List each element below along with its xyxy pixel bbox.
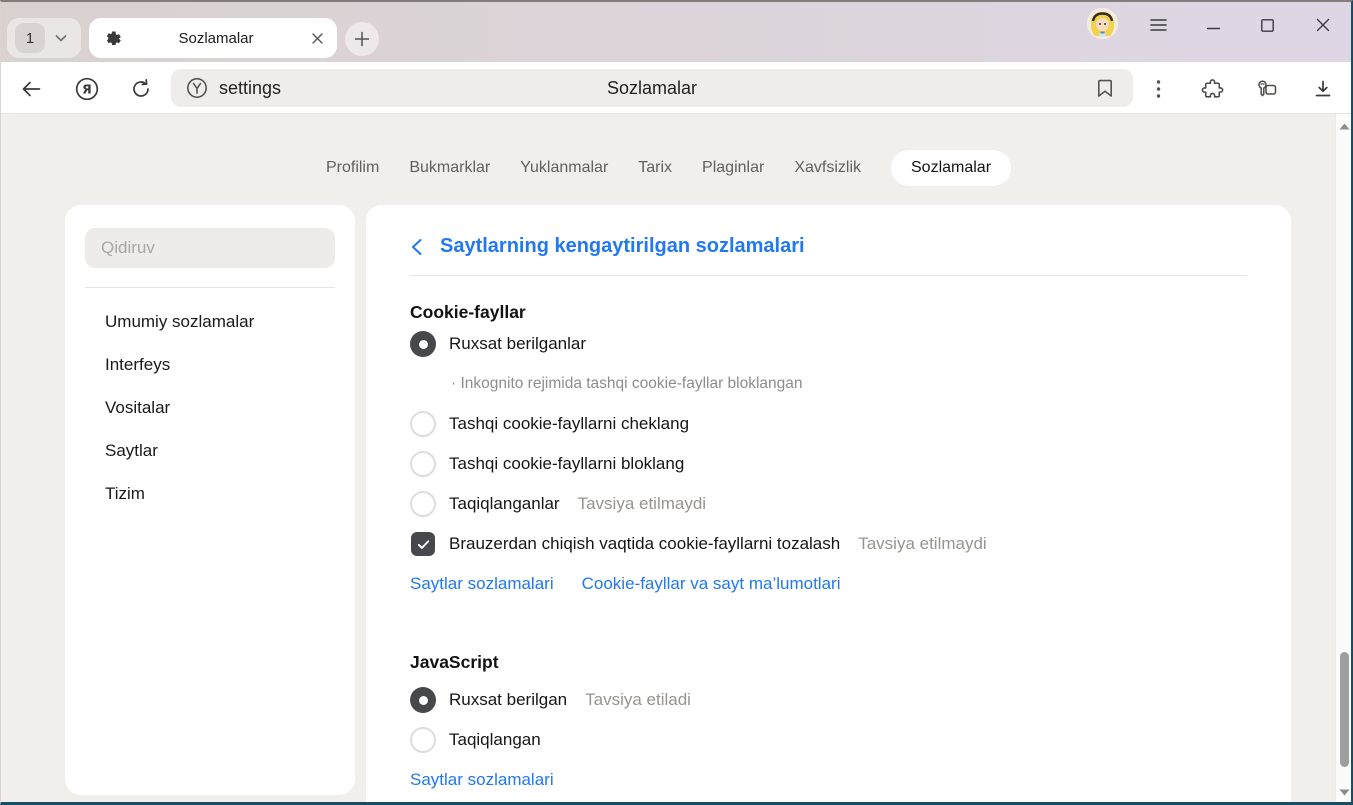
- radio-unselected-icon[interactable]: [410, 727, 436, 753]
- minimize-icon: [1206, 18, 1221, 33]
- bookmark-button[interactable]: [1085, 73, 1125, 103]
- download-icon: [1311, 77, 1335, 101]
- radio-option-ruxsat-berilganlar[interactable]: Ruxsat berilganlar: [410, 324, 1247, 364]
- tab-sozlamalar[interactable]: Sozlamalar: [891, 150, 1011, 186]
- radio-selected-icon[interactable]: [410, 687, 436, 713]
- chevron-left-icon: [410, 238, 423, 256]
- sidebar-item-tizim[interactable]: Tizim: [85, 472, 335, 515]
- option-note: · Inkognito rejimida tashqi cookie-fayll…: [410, 364, 1247, 404]
- tab-list-button[interactable]: 1: [7, 18, 81, 58]
- scrollbar-thumb[interactable]: [1340, 652, 1349, 767]
- avatar[interactable]: [1087, 8, 1118, 39]
- downloads-button[interactable]: [1308, 74, 1338, 104]
- radio-unselected-icon[interactable]: [410, 451, 436, 477]
- radio-option-js-taqiqlangan[interactable]: Taqiqlangan: [410, 720, 1247, 760]
- kebab-menu-icon: [1156, 79, 1161, 99]
- radio-unselected-icon[interactable]: [410, 411, 436, 437]
- tab-close-icon[interactable]: [310, 31, 325, 46]
- browser-window: 1 Sozlamalar: [0, 0, 1353, 805]
- settings-sidebar: Umumiy sozlamalar Interfeys Vositalar Sa…: [65, 205, 355, 795]
- divider: [410, 275, 1247, 276]
- back-icon: [19, 77, 43, 101]
- link-cookie-sayt-malumotlari[interactable]: Cookie-fayllar va sayt ma’lumotlari: [582, 574, 841, 594]
- protect-icon: [185, 76, 209, 100]
- extensions-button[interactable]: [1197, 74, 1227, 104]
- minimize-button[interactable]: [1198, 10, 1228, 40]
- gear-icon: [101, 28, 122, 49]
- javascript-heading: JavaScript: [410, 650, 1247, 674]
- option-hint: Tavsiya etiladi: [585, 690, 691, 710]
- svg-text:Я: Я: [82, 82, 92, 97]
- new-tab-button[interactable]: [345, 22, 379, 56]
- toolbar: Я settings Sozlamalar: [1, 62, 1351, 114]
- cookies-heading: Cookie-fayllar: [410, 300, 1247, 324]
- browser-tab[interactable]: Sozlamalar: [89, 18, 337, 58]
- checkbox-checked-icon[interactable]: [411, 532, 435, 556]
- tab-tarix[interactable]: Tarix: [638, 150, 672, 186]
- titlebar: 1 Sozlamalar: [1, 2, 1351, 62]
- link-js-saytlar-sozlamalari[interactable]: Saytlar sozlamalari: [410, 770, 554, 790]
- option-hint: Tavsiya etilmaydi: [578, 494, 707, 514]
- reload-icon: [129, 77, 153, 101]
- address-value: settings: [219, 78, 281, 99]
- radio-option-bloklang[interactable]: Tashqi cookie-fayllarni bloklang: [410, 444, 1247, 484]
- menu-icon: [1149, 17, 1168, 33]
- checkbox-clear-cookies[interactable]: Brauzerdan chiqish vaqtida cookie-faylla…: [410, 524, 1247, 564]
- sidebar-item-saytlar[interactable]: Saytlar: [85, 429, 335, 472]
- tab-bukmarklar[interactable]: Bukmarklar: [409, 150, 490, 186]
- option-hint: Tavsiya etilmaydi: [858, 534, 987, 554]
- maximize-icon: [1260, 18, 1275, 33]
- tab-yuklanmalar[interactable]: Yuklanmalar: [520, 150, 608, 186]
- radio-option-taqiqlanganlar[interactable]: Taqiqlanganlar Tavsiya etilmaydi: [410, 484, 1247, 524]
- yandex-logo-icon: Я: [74, 76, 100, 102]
- tab-title: Sozlamalar: [122, 30, 310, 47]
- settings-nav: Profilim Bukmarklar Yuklanmalar Tarix Pl…: [1, 150, 1336, 186]
- radio-unselected-icon[interactable]: [410, 491, 436, 517]
- scrollbar[interactable]: [1335, 114, 1351, 804]
- browser-menu-button[interactable]: [1143, 10, 1173, 40]
- address-bar[interactable]: settings Sozlamalar: [171, 69, 1133, 107]
- sidebar-item-vositalar[interactable]: Vositalar: [85, 386, 335, 429]
- back-link[interactable]: Saytlarning kengaytirilgan sozlamalari: [410, 205, 1247, 258]
- search-input[interactable]: [85, 228, 335, 268]
- page-actions-button[interactable]: [1143, 74, 1173, 104]
- chevron-down-icon: [53, 30, 69, 46]
- radio-option-js-ruxsat[interactable]: Ruxsat berilgan Tavsiya etiladi: [410, 680, 1247, 720]
- divider: [85, 287, 335, 288]
- scroll-down-icon[interactable]: [1336, 784, 1352, 800]
- settings-page: Profilim Bukmarklar Yuklanmalar Tarix Pl…: [1, 114, 1351, 805]
- scroll-up-icon[interactable]: [1336, 118, 1352, 134]
- settings-main: Saytlarning kengaytirilgan sozlamalari C…: [366, 205, 1291, 805]
- page-title: Sozlamalar: [171, 78, 1133, 99]
- section-back-title[interactable]: Saytlarning kengaytirilgan sozlamalari: [440, 235, 805, 258]
- sidebar-item-interfeys[interactable]: Interfeys: [85, 343, 335, 386]
- link-saytlar-sozlamalari[interactable]: Saytlar sozlamalari: [410, 574, 554, 594]
- close-icon: [1315, 17, 1331, 33]
- bookmark-icon: [1095, 77, 1115, 99]
- tab-count-badge[interactable]: 1: [15, 23, 45, 53]
- reload-button[interactable]: [126, 74, 156, 104]
- maximize-button[interactable]: [1252, 10, 1282, 40]
- key-card-icon: [1254, 76, 1280, 102]
- tab-xavfsizlik[interactable]: Xavfsizlik: [794, 150, 861, 186]
- tab-plaginlar[interactable]: Plaginlar: [702, 150, 764, 186]
- yandex-home-button[interactable]: Я: [72, 74, 102, 104]
- radio-selected-icon[interactable]: [410, 331, 436, 357]
- plus-icon: [353, 30, 371, 48]
- radio-option-cheklang[interactable]: Tashqi cookie-fayllarni cheklang: [410, 404, 1247, 444]
- close-window-button[interactable]: [1308, 10, 1338, 40]
- tab-profilim[interactable]: Profilim: [326, 150, 379, 186]
- back-button[interactable]: [16, 74, 46, 104]
- puzzle-icon: [1200, 77, 1225, 102]
- passwords-button[interactable]: [1252, 74, 1282, 104]
- sidebar-item-umumiy-sozlamalar[interactable]: Umumiy sozlamalar: [85, 300, 335, 343]
